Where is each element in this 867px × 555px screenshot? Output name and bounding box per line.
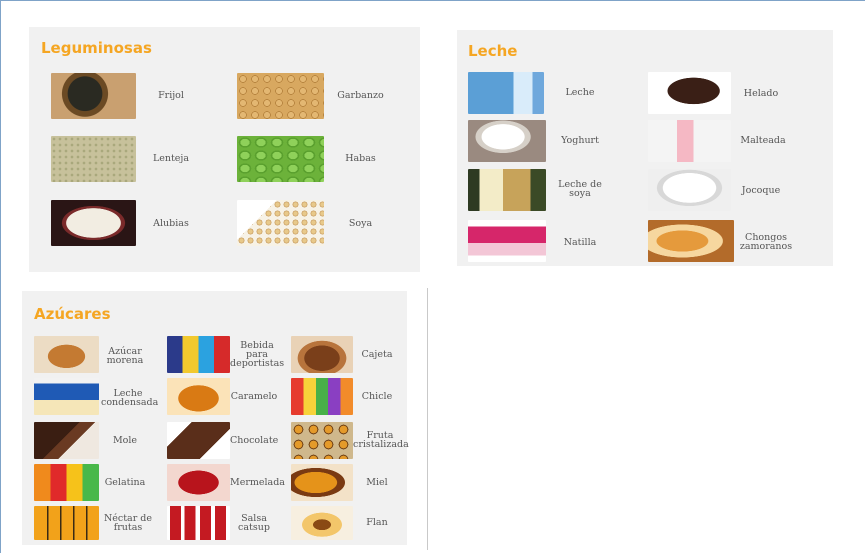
lenteja-image xyxy=(51,136,136,182)
malteada-image xyxy=(648,120,731,162)
frijol-image xyxy=(51,73,136,119)
item-label: Chicle xyxy=(361,391,393,402)
item-label: Malteada xyxy=(740,135,786,146)
item-label: Natilla xyxy=(563,237,597,248)
leche-image xyxy=(468,72,544,114)
vertical-divider xyxy=(427,288,428,550)
azucares-title: Azúcares xyxy=(34,305,111,323)
leche-card: Leche Leche Helado Yoghurt Malteada Lech… xyxy=(457,30,833,266)
habas-image xyxy=(237,136,324,182)
item-label: Azúcar morena xyxy=(106,346,144,366)
catsup-image xyxy=(167,506,230,540)
item-label: Yoghurt xyxy=(561,135,599,146)
leche-condensada-image xyxy=(34,378,99,415)
item-label: Salsa catsup xyxy=(238,513,270,533)
fruta-cristalizada-image xyxy=(291,422,353,459)
helado-image xyxy=(648,72,731,114)
item-label: Mermelada xyxy=(230,477,285,488)
chicle-image xyxy=(291,378,353,415)
item-label: Chocolate xyxy=(230,435,279,446)
leguminosas-title: Leguminosas xyxy=(41,39,152,57)
azucares-card: Azúcares Azúcar morena Bebida para depor… xyxy=(22,291,409,545)
item-label: Leche de soya xyxy=(558,179,602,199)
chongos-image xyxy=(648,220,734,262)
caramelo-image xyxy=(167,378,230,415)
cajeta-image xyxy=(291,336,353,373)
item-label: Bebida para deportistas xyxy=(230,340,285,369)
chocolate-image xyxy=(167,422,230,459)
item-label: Cajeta xyxy=(361,349,393,360)
leguminosas-card: Leguminosas Frijol Garbanzo Lenteja Haba… xyxy=(29,27,420,272)
item-label: Leche xyxy=(565,87,595,98)
mole-image xyxy=(34,422,99,459)
item-label: Mole xyxy=(112,435,138,446)
leche-de-soya-image xyxy=(468,169,546,211)
item-label: Helado xyxy=(743,88,779,99)
leche-title: Leche xyxy=(468,42,518,60)
item-label: Garbanzo xyxy=(337,90,384,101)
azucar-morena-image xyxy=(34,336,99,373)
item-label: Flan xyxy=(366,517,388,528)
nectar-image xyxy=(34,506,99,540)
item-label: Frijol xyxy=(158,90,184,101)
alubias-image xyxy=(51,200,136,246)
gelatina-image xyxy=(34,464,99,501)
mermelada-image xyxy=(167,464,230,501)
item-label: Fruta cristalizada xyxy=(353,430,409,450)
soya-image xyxy=(237,200,324,246)
item-label: Alubias xyxy=(153,218,189,229)
miel-image xyxy=(291,464,353,501)
item-label: Chongos zamoranos xyxy=(739,232,793,252)
item-label: Lenteja xyxy=(152,153,190,164)
bebida-image xyxy=(167,336,230,373)
jocoque-image xyxy=(648,169,731,211)
item-label: Gelatina xyxy=(104,477,146,488)
yoghurt-image xyxy=(468,120,546,162)
flan-image xyxy=(291,506,353,540)
item-label: Néctar de frutas xyxy=(103,513,152,533)
item-label: Soya xyxy=(348,218,373,229)
item-label: Miel xyxy=(366,477,388,488)
item-label: Caramelo xyxy=(230,391,278,402)
item-label: Habas xyxy=(345,153,376,164)
garbanzo-image xyxy=(237,73,324,119)
natilla-image xyxy=(468,220,546,262)
item-label: Leche condensada xyxy=(101,388,159,408)
item-label: Jocoque xyxy=(741,185,781,196)
